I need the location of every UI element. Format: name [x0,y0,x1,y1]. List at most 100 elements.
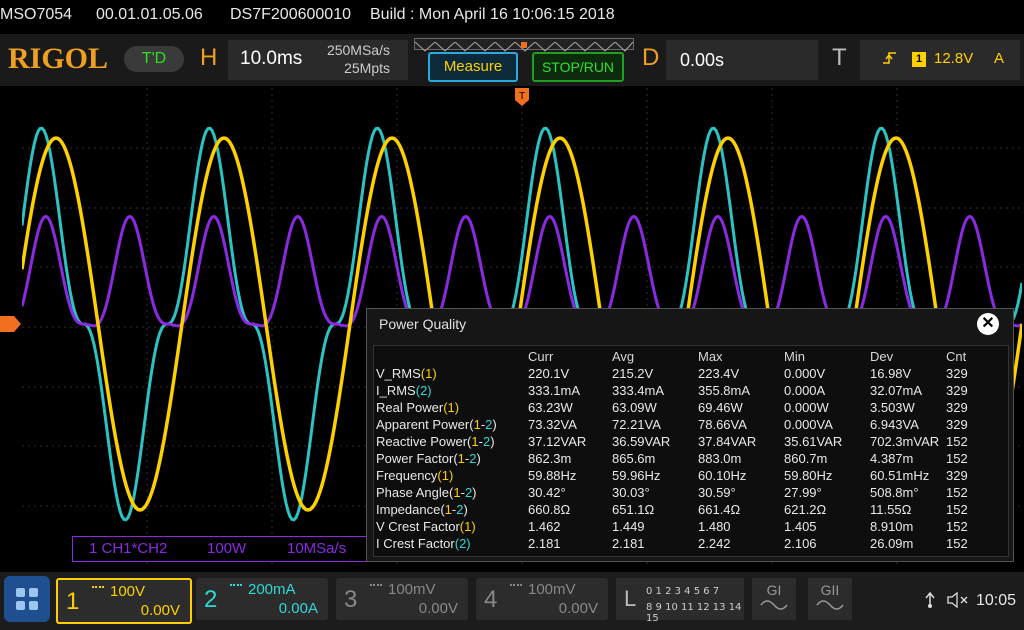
measurement-source: (1-2) [453,451,481,466]
table-cell: 329 [946,366,968,381]
measurement-label: I Crest Factor [376,536,455,551]
math-channel-label[interactable]: 1 CH1*CH2 100W 10MSa/s [72,536,384,562]
app-menu-button[interactable] [4,576,50,622]
dc-coupling-icon [92,586,104,592]
ch1-ground-marker[interactable] [0,314,22,334]
table-cell: 220.1V [528,366,570,381]
table-cell: 8.910m [870,519,914,534]
sample-rate: 250MSa/s [326,42,390,58]
measurement-name: Frequency(1) [376,468,453,483]
table-row: Power Factor(1-2) 862.3m 865.6m 883.0m 860.7… [374,451,1008,468]
close-icon[interactable]: ✕ [977,313,999,335]
table-cell: 59.96Hz [612,468,661,483]
table-cell: 1.480 [698,519,731,534]
serial-number: DS7F200600010 [230,6,351,23]
column-header: Avg [612,349,635,364]
measurement-name: I_RMS(2) [376,383,432,398]
measurement-source: (1-2) [469,417,497,432]
table-row: Real Power(1) 63.23W 63.09W 69.46W 0.000W 3.5… [374,400,1008,417]
table-cell: 63.23W [528,400,573,415]
trigger-label: T [832,44,847,71]
table-header-row: Curr Avg Max Min Dev Cnt [374,349,1008,366]
table-cell: 329 [946,383,968,398]
table-cell: 0.000V [784,366,826,381]
generator-1-button[interactable]: GI [752,578,796,620]
channel-2-number: 2 [204,586,218,613]
measurement-label: Power Factor [376,451,454,466]
channel-4-box[interactable]: 4 100mV 0.00V [476,578,608,620]
trigger-settings[interactable]: 1 12.8V A [860,40,1020,80]
channel-1-number: 1 [66,588,80,615]
channel-2-scale: 200mA [248,581,296,598]
power-quality-table: Curr Avg Max Min Dev Cnt V_RMS(1) 220.1V 215.2V 2… [373,345,1009,557]
table-row: Impedance(1-2) 660.8Ω 651.1Ω 661.4Ω 621.2Ω 11… [374,502,1008,519]
measurement-name: V_RMS(1) [376,366,437,381]
table-cell: 355.8mA [698,383,751,398]
measurement-label: Apparent Power [376,417,470,432]
dc-coupling-icon [510,584,522,590]
table-cell: 329 [946,400,968,415]
measurement-source: (2) [415,383,432,398]
table-row: V_RMS(1) 220.1V 215.2V 223.4V 0.000V 16.98V 32… [374,366,1008,383]
table-cell: 35.61VAR [784,434,843,449]
logic-digits-row-2: 8 9 10 11 12 13 14 15 [646,602,742,624]
measurement-name: Phase Angle(1-2) [376,485,477,500]
table-cell: 152 [946,451,968,466]
column-header: Min [784,349,805,364]
delay-settings[interactable]: 0.00s [666,40,818,80]
measurement-source: (1) [459,519,476,534]
table-cell: 0.000W [784,400,829,415]
channel-3-box[interactable]: 3 100mV 0.00V [336,578,468,620]
speaker-muted-icon[interactable] [946,591,970,612]
trigger-position-marker[interactable]: T [514,86,530,108]
table-cell: 60.51mHz [870,468,930,483]
dc-coupling-icon [230,584,242,590]
measure-button[interactable]: Measure [428,52,518,82]
table-cell: 3.503W [870,400,915,415]
generator-2-button[interactable]: GII [808,578,852,620]
table-cell: 152 [946,519,968,534]
channel-3-number: 3 [344,586,358,613]
build-info: Build : Mon April 16 10:06:15 2018 [370,6,615,23]
timebase: 10.0ms [240,48,303,69]
dc-coupling-icon [370,584,382,590]
measurement-name: Apparent Power(1-2) [376,417,497,432]
table-cell: 30.59° [698,485,736,500]
table-cell: 1.462 [528,519,561,534]
measurement-source: (1) [443,400,460,415]
channel-4-scale: 100mV [528,581,576,598]
table-cell: 30.42° [528,485,566,500]
channel-1-box[interactable]: 1 100V 0.00V [56,578,192,624]
channel-1-scale: 100V [110,583,146,600]
table-cell: 6.943VA [870,417,919,432]
table-cell: 660.8Ω [528,502,571,517]
clock-time: 10:05 [976,592,1017,609]
table-row: Apparent Power(1-2) 73.32VA 72.21VA 78.66VA… [374,417,1008,434]
horizontal-settings[interactable]: 10.0ms 250MSa/s 25Mpts [228,40,408,80]
channel-4-offset: 0.00V [558,600,598,617]
logic-analyzer-box[interactable]: L 0 1 2 3 4 5 6 7 8 9 10 11 12 13 14 15 [616,578,744,624]
measurement-name: I Crest Factor(2) [376,536,471,551]
column-header: Curr [528,349,554,364]
rising-edge-icon [882,50,898,70]
power-quality-window[interactable]: Power Quality ✕ Curr Avg Max Min Dev Cnt V_RMS… [366,308,1014,562]
stop-run-button[interactable]: STOP/RUN [532,52,624,82]
table-cell: 27.99° [784,485,822,500]
table-cell: 30.03° [612,485,650,500]
trigger-status: T'D [124,46,184,72]
power-quality-title: Power Quality [379,316,467,332]
channel-3-offset: 0.00V [418,600,458,617]
table-cell: 223.4V [698,366,740,381]
table-cell: 1.405 [784,519,817,534]
measurement-source: (1) [420,366,437,381]
channel-2-box[interactable]: 2 200mA 0.00A [196,578,328,620]
table-cell: 333.4mA [612,383,665,398]
table-cell: 2.242 [698,536,731,551]
table-cell: 508.8m° [870,485,919,500]
measurement-name: V Crest Factor(1) [376,519,476,534]
measurement-name: Power Factor(1-2) [376,451,481,466]
table-cell: 63.09W [612,400,657,415]
table-cell: 865.6m [612,451,656,466]
table-cell: 26.09m [870,536,914,551]
sine-wave-icon [760,600,788,610]
